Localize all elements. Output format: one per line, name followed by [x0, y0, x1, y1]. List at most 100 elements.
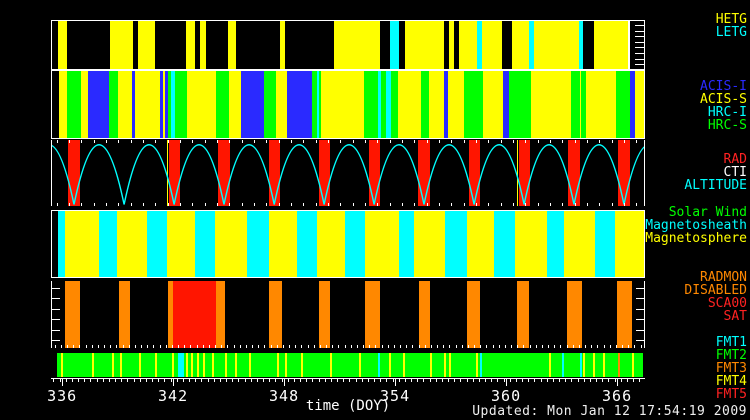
minor-tick — [121, 379, 122, 382]
minor-tick — [530, 345, 531, 348]
minor-tick — [368, 379, 369, 382]
minor-tick — [289, 345, 290, 348]
minor-tick — [66, 379, 67, 382]
segment-orange — [269, 281, 282, 348]
minor-tick — [604, 345, 605, 348]
minor-tick — [578, 379, 579, 382]
segment-yellow — [92, 353, 93, 377]
minor-tick — [550, 203, 551, 206]
minor-tick — [448, 379, 449, 382]
segment-yellow — [203, 353, 204, 377]
minor-tick — [636, 140, 637, 143]
segment-yellow — [467, 211, 494, 277]
minor-tick — [308, 345, 309, 348]
minor-tick — [258, 345, 259, 348]
minor-tick — [214, 379, 215, 382]
minor-tick — [254, 140, 255, 143]
minor-tick — [303, 140, 304, 143]
minor-tick — [522, 379, 523, 382]
segment-yellow — [228, 21, 236, 69]
minor-tick — [636, 298, 644, 299]
minor-tick — [57, 140, 58, 143]
minor-tick — [436, 379, 437, 382]
segment-cyan — [195, 211, 215, 277]
minor-tick — [597, 345, 598, 348]
minor-tick — [203, 345, 204, 348]
segment-cyan — [58, 211, 65, 277]
minor-tick — [232, 379, 233, 382]
legend-label-altitude: ALTITUDE — [684, 180, 747, 193]
minor-tick — [288, 379, 289, 382]
minor-tick — [451, 203, 452, 206]
minor-tick — [548, 345, 549, 348]
minor-tick — [319, 379, 320, 382]
minor-tick — [567, 345, 568, 348]
segment-yellow — [197, 353, 198, 377]
chandra-snapshot-timeline: HETGLETG ACIS-IACIS-SHRC-IHRC-S RADCTIAL… — [0, 0, 750, 420]
minor-tick — [271, 345, 272, 348]
minor-tick — [550, 140, 551, 143]
minor-tick — [575, 140, 576, 143]
minor-tick — [242, 203, 243, 206]
minor-tick — [377, 140, 378, 143]
segment-yellow — [564, 211, 595, 277]
minor-tick — [634, 345, 635, 348]
minor-tick — [635, 47, 644, 48]
minor-tick — [192, 203, 193, 206]
segment-cyan — [399, 211, 414, 277]
segment-cyan — [445, 211, 467, 277]
segment-orange — [365, 281, 380, 348]
minor-tick — [456, 345, 457, 348]
minor-tick — [155, 140, 156, 143]
minor-tick — [505, 345, 506, 348]
minor-tick — [474, 345, 475, 348]
segment-yellow — [405, 21, 444, 69]
minor-tick — [615, 379, 616, 382]
minor-tick — [451, 140, 452, 143]
minor-tick — [377, 203, 378, 206]
minor-tick — [624, 203, 625, 206]
minor-tick — [467, 379, 468, 382]
minor-tick — [501, 203, 502, 206]
band-instrument — [51, 70, 645, 139]
x-axis-title: time (DOY) — [288, 398, 408, 414]
segment-blue — [287, 71, 312, 138]
minor-tick — [587, 203, 588, 206]
segment-yellow — [398, 71, 421, 138]
segment-green — [216, 71, 229, 138]
minor-tick — [488, 203, 489, 206]
segment-green — [464, 71, 483, 138]
minor-tick — [314, 345, 315, 348]
minor-tick — [338, 345, 339, 348]
minor-tick — [493, 345, 494, 348]
minor-tick — [473, 379, 474, 382]
minor-tick — [295, 345, 296, 348]
minor-tick — [635, 53, 644, 54]
segment-yellow — [414, 211, 445, 277]
segment-orange — [567, 281, 582, 348]
minor-tick — [164, 379, 165, 382]
minor-tick — [166, 345, 167, 348]
minor-tick — [110, 345, 111, 348]
x-tick-label: 366 — [587, 387, 647, 405]
segment-yellow — [58, 21, 67, 69]
minor-tick — [562, 203, 563, 206]
x-tick-label: 360 — [476, 387, 536, 405]
segment-green — [391, 71, 398, 138]
minor-tick — [118, 203, 119, 206]
minor-tick — [123, 345, 124, 348]
minor-tick — [275, 379, 276, 382]
minor-tick — [460, 379, 461, 382]
minor-tick — [365, 203, 366, 206]
minor-tick — [72, 379, 73, 382]
minor-tick — [201, 379, 202, 382]
minor-tick — [189, 379, 190, 382]
minor-tick — [636, 340, 644, 341]
segment-yellow — [172, 353, 173, 377]
minor-tick — [573, 345, 574, 348]
segment-cyan — [480, 353, 481, 377]
minor-tick — [386, 379, 387, 382]
minor-tick — [612, 140, 613, 143]
minor-tick — [118, 140, 119, 143]
band-grating — [51, 20, 645, 70]
